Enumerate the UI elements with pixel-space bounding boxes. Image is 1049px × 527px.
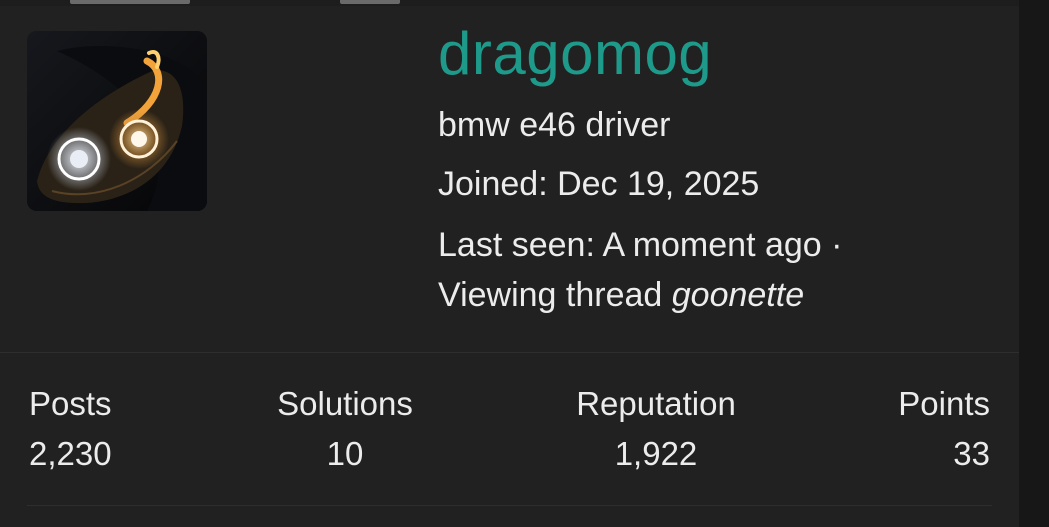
stat-value: 2,230 xyxy=(29,435,112,472)
stat-label: Points xyxy=(898,385,990,422)
stat-label: Posts xyxy=(29,385,112,422)
username[interactable]: dragomog xyxy=(438,18,1008,90)
section-divider xyxy=(27,505,992,506)
member-info: dragomog bmw e46 driver Joined: Dec 19, … xyxy=(438,18,1008,315)
stat-reputation[interactable]: Reputation 1,922 xyxy=(576,384,736,474)
stat-points[interactable]: Points 33 xyxy=(898,384,990,474)
cut-off-fragment xyxy=(70,0,190,4)
stat-value: 10 xyxy=(326,435,364,472)
thread-link[interactable]: goonette xyxy=(672,276,804,314)
member-card: dragomog bmw e46 driver Joined: Dec 19, … xyxy=(0,0,1019,527)
stat-label: Reputation xyxy=(576,385,736,422)
current-activity: Viewing thread goonette xyxy=(438,275,1008,315)
stat-label: Solutions xyxy=(277,385,413,422)
previous-content-edge xyxy=(0,0,1019,6)
cut-off-fragment xyxy=(340,0,400,4)
stat-value: 1,922 xyxy=(614,435,698,472)
page-gutter xyxy=(1019,0,1049,527)
car-headlight-icon xyxy=(27,31,207,211)
last-seen: Last seen: A moment ago · xyxy=(438,226,843,264)
stat-value: 33 xyxy=(953,435,990,472)
stat-posts[interactable]: Posts 2,230 xyxy=(29,384,112,474)
section-divider xyxy=(0,352,1019,353)
stat-solutions[interactable]: Solutions 10 xyxy=(277,384,413,474)
avatar[interactable] xyxy=(27,31,207,211)
activity-prefix: Viewing thread xyxy=(438,276,672,314)
user-title: bmw e46 driver xyxy=(438,106,671,144)
joined-date: Joined: Dec 19, 2025 xyxy=(438,165,760,203)
